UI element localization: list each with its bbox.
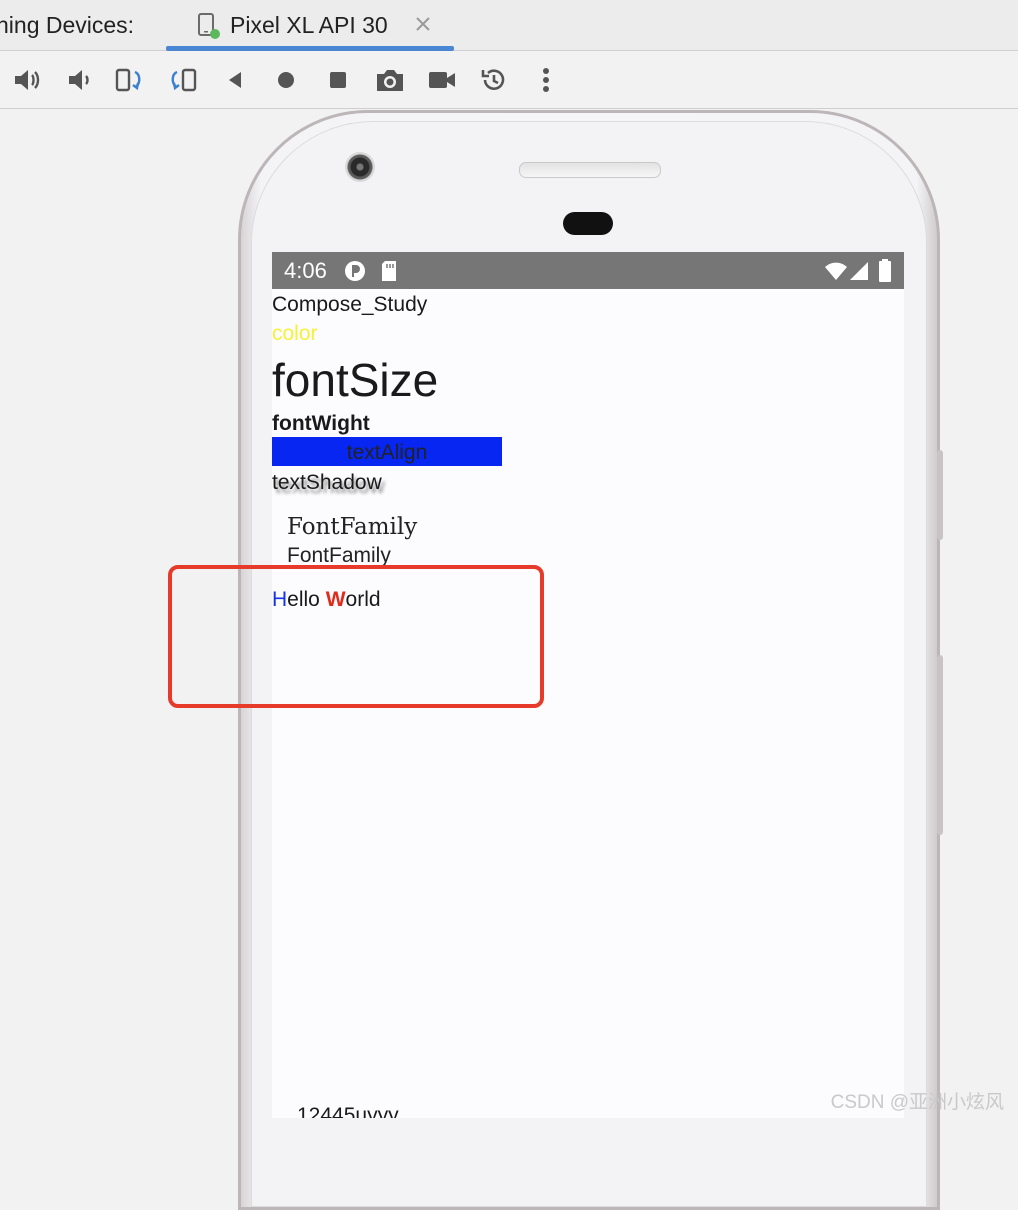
signal-icon <box>849 261 869 286</box>
power-button <box>937 450 943 540</box>
text-compose-study: Compose_Study <box>272 293 428 316</box>
emulator-toolbar <box>0 51 1018 109</box>
close-icon[interactable] <box>414 15 432 38</box>
app-notification-icon <box>344 260 366 287</box>
volume-up-icon[interactable] <box>12 65 42 95</box>
rotate-right-icon[interactable] <box>167 65 197 95</box>
text-color-demo: color <box>272 322 318 345</box>
text-fontfamily-serif: FontFamily <box>287 514 418 540</box>
text-textalign-demo: textAlign <box>346 441 428 464</box>
sd-card-icon <box>380 260 398 287</box>
front-camera <box>345 152 375 182</box>
annotation-highlight-box <box>168 565 544 708</box>
overview-icon[interactable] <box>323 65 353 95</box>
text-textshadow-demo: textShadow <box>272 471 382 494</box>
volume-down-icon[interactable] <box>64 65 94 95</box>
battery-icon <box>878 259 892 288</box>
screenshot-icon[interactable] <box>375 65 405 95</box>
volume-rocker <box>937 655 943 835</box>
tab-pixel-xl[interactable]: Pixel XL API 30 <box>166 0 454 51</box>
screen-record-icon[interactable] <box>427 65 457 95</box>
snapshot-icon[interactable] <box>479 65 509 95</box>
running-devices-label: ning Devices: <box>0 12 135 38</box>
running-devices-tabbar: ning Devices: Pixel XL API 30 <box>0 0 1018 51</box>
back-icon[interactable] <box>220 65 250 95</box>
proximity-sensor <box>563 212 613 235</box>
text-fontweight-demo: fontWight <box>272 412 370 435</box>
text-fontsize-demo: fontSize <box>272 354 439 406</box>
wifi-icon <box>824 261 848 286</box>
earpiece-speaker <box>519 162 661 178</box>
home-icon[interactable] <box>271 65 301 95</box>
device-icon <box>196 12 222 45</box>
text-bottom-line: 12445uyyy <box>297 1104 399 1118</box>
status-time: 4:06 <box>284 258 327 283</box>
more-icon[interactable] <box>531 65 561 95</box>
rotate-left-icon[interactable] <box>115 65 145 95</box>
status-bar: 4:06 <box>272 252 904 289</box>
watermark: CSDN @亚洲小炫风 <box>830 1092 1004 1113</box>
tab-label: Pixel XL API 30 <box>230 12 388 38</box>
